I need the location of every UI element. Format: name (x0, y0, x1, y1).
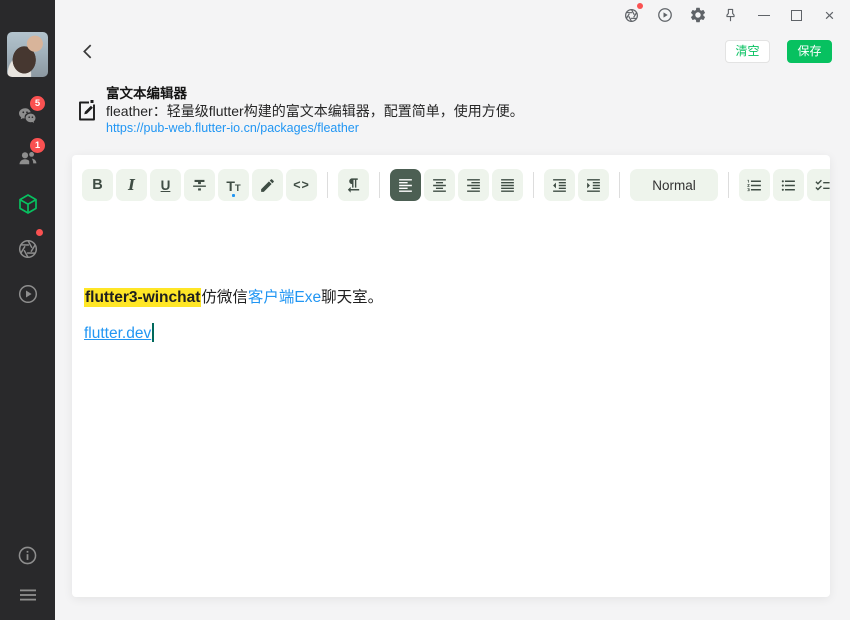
toolbar-separator (533, 172, 534, 198)
titlebar-play-button[interactable] (648, 1, 681, 29)
checklist-icon (814, 177, 830, 194)
italic-button[interactable]: I (116, 169, 147, 201)
play-circle-icon (16, 282, 40, 306)
toolbar-separator (379, 172, 380, 198)
sidebar: 5 1 (0, 0, 55, 620)
align-left-button[interactable] (390, 169, 421, 201)
indent-button[interactable] (578, 169, 609, 201)
sidebar-item-media[interactable] (0, 232, 55, 266)
bold-button[interactable]: B (82, 169, 113, 201)
outdent-button[interactable] (544, 169, 575, 201)
toolbar-separator (327, 172, 328, 198)
bulleted-list-icon (780, 177, 797, 194)
text-color-icon: TT (226, 169, 240, 201)
flutter-dev-link[interactable]: flutter.dev (84, 325, 151, 342)
contacts-badge: 1 (30, 138, 45, 153)
save-button[interactable]: 保存 (787, 40, 832, 63)
bulleted-list-button[interactable] (773, 169, 804, 201)
strikethrough-icon (191, 177, 208, 194)
cube-icon (16, 192, 40, 216)
align-center-icon (431, 177, 448, 194)
notification-dot (637, 3, 643, 9)
align-left-icon (397, 177, 414, 194)
inline-code-button[interactable]: <> (286, 169, 317, 201)
align-right-icon (465, 177, 482, 194)
inline-link-text[interactable]: 客户端Exe (248, 289, 321, 306)
back-button[interactable] (76, 40, 98, 62)
titlebar: × (55, 0, 850, 30)
page-description: fleather：轻量级flutter构建的富文本编辑器，配置简单，使用方便。 (106, 101, 524, 121)
outdent-icon (551, 177, 568, 194)
checklist-button[interactable] (807, 169, 830, 201)
pin-icon (722, 7, 739, 24)
clear-button[interactable]: 清空 (725, 40, 770, 63)
toolbar-separator (728, 172, 729, 198)
numbered-list-icon (746, 177, 763, 194)
align-justify-button[interactable] (492, 169, 523, 201)
pencil-icon (259, 177, 276, 194)
titlebar-shutter-button[interactable] (615, 1, 648, 29)
chat-badge: 5 (30, 96, 45, 111)
info-icon (16, 544, 39, 567)
numbered-list-button[interactable] (739, 169, 770, 201)
maximize-button[interactable] (780, 1, 813, 29)
shutter-icon (16, 237, 40, 261)
sidebar-item-menu[interactable] (0, 578, 55, 612)
sidebar-item-about[interactable] (0, 538, 55, 572)
minimize-icon (758, 15, 770, 16)
editor-text-area[interactable]: flutter3-winchat仿微信客户端Exe聊天室。 flutter.de… (72, 215, 830, 597)
sidebar-item-components[interactable] (0, 187, 55, 221)
avatar[interactable] (7, 32, 48, 77)
notification-dot (36, 229, 43, 236)
plain-text: 仿微信 (201, 289, 248, 306)
edit-note-icon (75, 97, 99, 129)
strikethrough-button[interactable] (184, 169, 215, 201)
play-circle-icon (656, 6, 674, 24)
align-center-button[interactable] (424, 169, 455, 201)
editor-line-1: flutter3-winchat仿微信客户端Exe聊天室。 (84, 285, 383, 307)
titlebar-settings-button[interactable] (681, 1, 714, 29)
color-swatch-bar (232, 194, 234, 198)
align-right-button[interactable] (458, 169, 489, 201)
editor-line-2: flutter.dev (84, 323, 154, 343)
sidebar-item-player[interactable] (0, 277, 55, 311)
indent-icon (585, 177, 602, 194)
highlight-pencil-button[interactable] (252, 169, 283, 201)
heading-style-dropdown[interactable]: Normal (630, 169, 718, 201)
underline-button[interactable]: U (150, 169, 181, 201)
sidebar-item-chats[interactable]: 5 (0, 100, 55, 134)
align-justify-icon (499, 177, 516, 194)
minimize-button[interactable] (747, 1, 780, 29)
chevron-left-icon (80, 43, 95, 60)
highlighted-text: flutter3-winchat (84, 288, 201, 307)
editor-toolbar: B I U TT <> (82, 169, 830, 201)
gear-icon (689, 6, 707, 24)
toolbar-separator (619, 172, 620, 198)
shutter-icon (623, 7, 640, 24)
rich-text-editor-panel: B I U TT <> (72, 155, 830, 597)
sidebar-item-contacts[interactable]: 1 (0, 142, 55, 176)
hamburger-menu-icon (16, 583, 40, 607)
text-color-button[interactable]: TT (218, 169, 249, 201)
plain-text: 聊天室。 (321, 289, 383, 306)
titlebar-pin-button[interactable] (714, 1, 747, 29)
app-window: 5 1 (0, 0, 850, 620)
close-button[interactable]: × (813, 1, 846, 29)
close-icon: × (825, 7, 835, 24)
package-link[interactable]: https://pub-web.flutter-io.cn/packages/f… (106, 121, 359, 135)
editor-cursor (152, 323, 154, 342)
text-direction-rtl-icon (345, 177, 362, 194)
maximize-icon (791, 10, 802, 21)
page-title: 富文本编辑器 (106, 82, 187, 102)
text-direction-button[interactable] (338, 169, 369, 201)
